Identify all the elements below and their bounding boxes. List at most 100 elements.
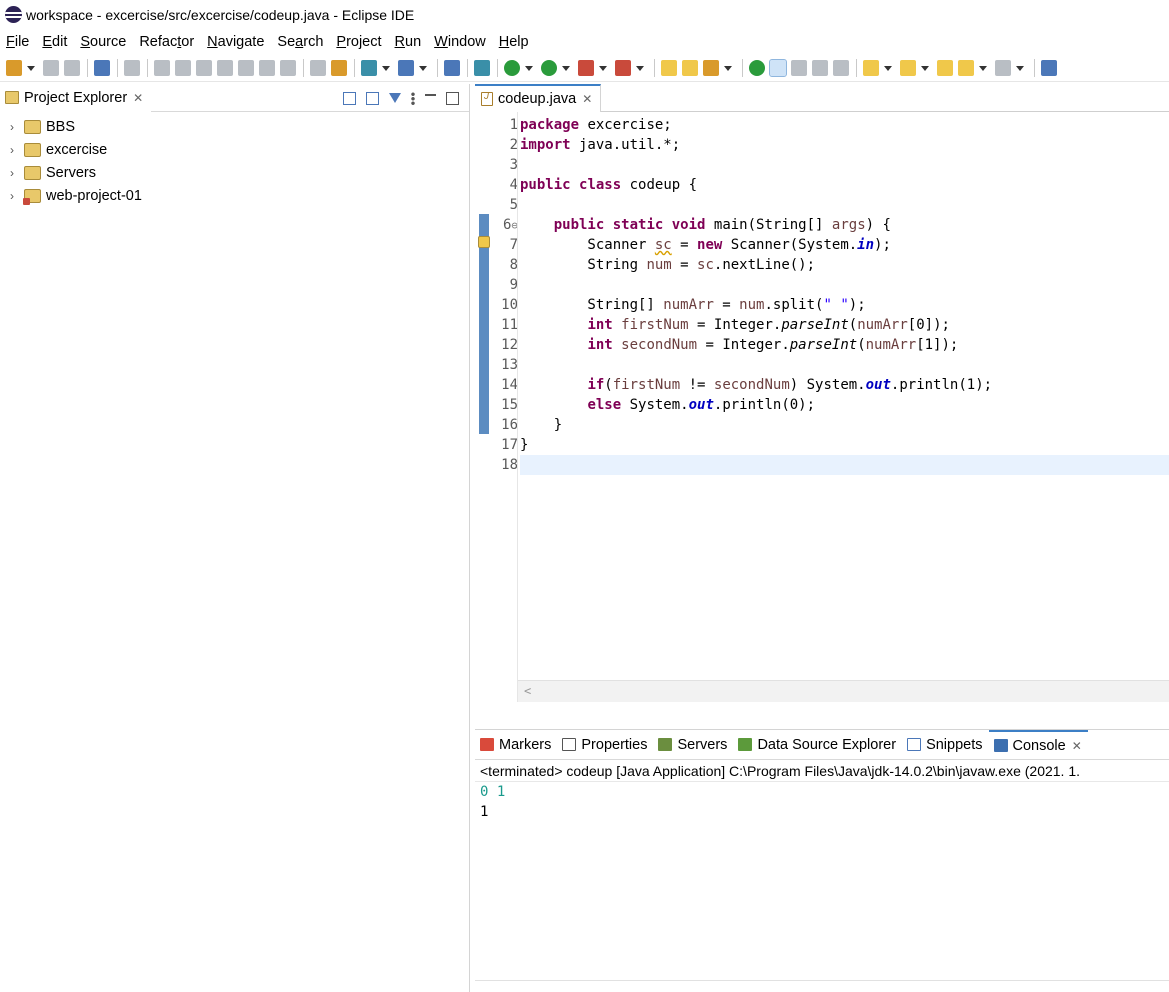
previous-annotation-icon[interactable] bbox=[900, 60, 916, 76]
tab-codeup-java[interactable]: codeup.java ✕ bbox=[475, 83, 602, 112]
menu-search[interactable]: Search bbox=[277, 34, 323, 50]
close-icon[interactable]: ✕ bbox=[133, 91, 143, 105]
maximize-icon[interactable] bbox=[446, 91, 459, 105]
word-wrap-icon[interactable] bbox=[812, 60, 828, 76]
disconnect-icon[interactable] bbox=[217, 60, 233, 76]
expand-chevron-icon[interactable]: › bbox=[10, 143, 24, 157]
view-menu-icon[interactable] bbox=[411, 91, 415, 105]
menu-window[interactable]: Window bbox=[434, 34, 486, 50]
menu-edit[interactable]: Edit bbox=[42, 34, 67, 50]
java-class-dropdown-icon[interactable] bbox=[419, 65, 427, 71]
step-into-icon[interactable] bbox=[238, 60, 254, 76]
open-type-icon[interactable] bbox=[661, 60, 677, 76]
terminate-icon[interactable] bbox=[196, 60, 212, 76]
save-icon[interactable] bbox=[43, 60, 59, 76]
expand-chevron-icon[interactable]: › bbox=[10, 120, 24, 134]
menu-help[interactable]: Help bbox=[499, 34, 529, 50]
next-annotation-icon[interactable] bbox=[863, 60, 879, 76]
menu-refactor[interactable]: Refactor bbox=[139, 34, 194, 50]
menu-bar: File Edit Source Refactor Navigate Search Proj… bbox=[0, 29, 1169, 54]
main-toolbar bbox=[0, 55, 1169, 82]
console-horizontal-scrollbar[interactable] bbox=[475, 980, 1169, 992]
tab-snippets[interactable]: Snippets bbox=[902, 730, 988, 760]
suspend-icon[interactable] bbox=[175, 60, 191, 76]
coverage-icon[interactable] bbox=[578, 60, 594, 76]
code-area[interactable]: 1 2 3 4 5 6⊖ 7 8 9 10 11 12 13 14 15 16 17 18 package exc… bbox=[475, 112, 1169, 702]
link-with-editor-icon[interactable] bbox=[366, 91, 379, 105]
tab-data-source-explorer[interactable]: Data Source Explorer bbox=[733, 730, 902, 760]
toggle-breadcrumb-icon[interactable] bbox=[749, 60, 765, 76]
tree-item-excercise[interactable]: › excercise bbox=[0, 138, 469, 161]
drop-to-frame-icon[interactable] bbox=[331, 60, 347, 76]
debug-icon[interactable] bbox=[504, 60, 520, 76]
save-all-icon[interactable] bbox=[64, 60, 80, 76]
tab-label: Project Explorer bbox=[24, 89, 128, 106]
line-number: 9 bbox=[509, 277, 518, 293]
collapse-all-icon[interactable] bbox=[343, 91, 356, 105]
debug-dropdown-icon[interactable] bbox=[525, 65, 533, 71]
server-dropdown-icon[interactable] bbox=[382, 65, 390, 71]
back-dropdown-icon[interactable] bbox=[979, 65, 987, 71]
next-annotation-dropdown-icon[interactable] bbox=[884, 65, 892, 71]
new-server-icon[interactable] bbox=[361, 60, 377, 76]
coverage-dropdown-icon[interactable] bbox=[599, 65, 607, 71]
show-whitespace-icon[interactable] bbox=[833, 60, 849, 76]
filter-icon[interactable] bbox=[389, 93, 401, 103]
globe-icon[interactable] bbox=[444, 60, 460, 76]
code-line: package excercise; bbox=[520, 117, 672, 133]
external-run-dropdown-icon[interactable] bbox=[636, 65, 644, 71]
menu-source[interactable]: Source bbox=[80, 34, 126, 50]
new-java-class-icon[interactable] bbox=[398, 60, 414, 76]
tab-properties[interactable]: Properties bbox=[557, 730, 653, 760]
open-perspective-icon[interactable] bbox=[1041, 60, 1057, 76]
tree-item-bbs[interactable]: › BBS bbox=[0, 115, 469, 138]
run-dropdown-icon[interactable] bbox=[562, 65, 570, 71]
console-output[interactable]: 0 1 1 bbox=[475, 782, 1169, 822]
step-over-icon[interactable] bbox=[259, 60, 275, 76]
previous-annotation-dropdown-icon[interactable] bbox=[921, 65, 929, 71]
open-console-icon[interactable] bbox=[94, 60, 110, 76]
menu-file[interactable]: File bbox=[6, 34, 29, 50]
run-icon[interactable] bbox=[541, 60, 557, 76]
scroll-left-icon[interactable]: < bbox=[524, 684, 531, 698]
warning-icon[interactable] bbox=[478, 236, 490, 248]
tree-item-servers[interactable]: › Servers bbox=[0, 161, 469, 184]
tab-markers[interactable]: Markers bbox=[475, 730, 557, 760]
tab-servers[interactable]: Servers bbox=[653, 730, 733, 760]
open-task-icon[interactable] bbox=[682, 60, 698, 76]
use-step-filters-icon[interactable] bbox=[310, 60, 326, 76]
mark-occurrences-icon[interactable] bbox=[769, 59, 787, 77]
tab-label: Snippets bbox=[926, 736, 983, 753]
resume-icon[interactable] bbox=[154, 60, 170, 76]
tab-project-explorer[interactable]: Project Explorer ✕ bbox=[0, 83, 152, 112]
last-edit-location-icon[interactable] bbox=[937, 60, 953, 76]
tab-label: Console bbox=[1012, 737, 1066, 754]
menu-navigate[interactable]: Navigate bbox=[207, 34, 264, 50]
web-project-icon bbox=[24, 119, 41, 134]
search-icon[interactable] bbox=[703, 60, 719, 76]
menu-project[interactable]: Project bbox=[336, 34, 381, 50]
code-lines[interactable]: package excercise; import java.util.*; p… bbox=[520, 115, 1169, 475]
tab-console[interactable]: Console ✕ bbox=[988, 729, 1088, 760]
search-dropdown-icon[interactable] bbox=[724, 65, 732, 71]
minimize-icon[interactable] bbox=[425, 94, 436, 96]
forward-dropdown-icon[interactable] bbox=[1016, 65, 1024, 71]
expand-chevron-icon[interactable]: › bbox=[10, 189, 24, 203]
external-tools-icon[interactable] bbox=[474, 60, 490, 76]
editor-horizontal-scrollbar[interactable]: < bbox=[518, 680, 1169, 702]
skip-breakpoints-icon[interactable] bbox=[124, 60, 140, 76]
new-dropdown-icon[interactable] bbox=[27, 65, 35, 71]
forward-icon[interactable] bbox=[995, 60, 1011, 76]
close-icon[interactable]: ✕ bbox=[582, 92, 592, 106]
back-icon[interactable] bbox=[958, 60, 974, 76]
step-return-icon[interactable] bbox=[280, 60, 296, 76]
menu-run[interactable]: Run bbox=[395, 34, 422, 50]
external-run-icon[interactable] bbox=[615, 60, 631, 76]
close-icon[interactable]: ✕ bbox=[1072, 739, 1082, 753]
block-selection-icon[interactable] bbox=[791, 60, 807, 76]
toolbar-separator bbox=[654, 59, 655, 77]
new-icon[interactable] bbox=[6, 60, 22, 76]
expand-chevron-icon[interactable]: › bbox=[10, 166, 24, 180]
tree-item-web-project-01[interactable]: › web-project-01 bbox=[0, 184, 469, 207]
